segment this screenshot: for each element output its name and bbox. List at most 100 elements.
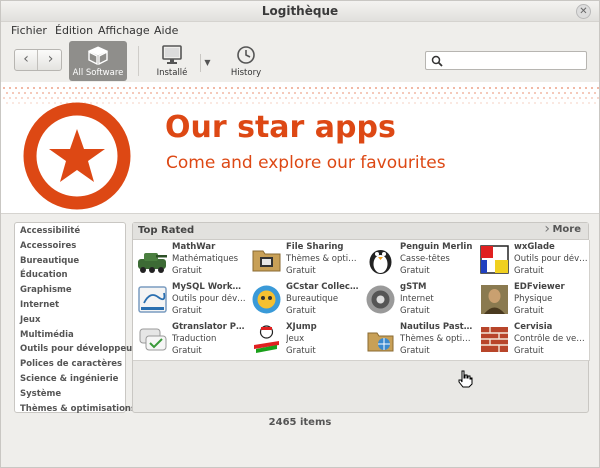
back-button[interactable]: ‹ [15, 50, 38, 70]
banner-dot [171, 97, 173, 99]
banner-dot [420, 102, 422, 104]
app-name: Gtranslator PO … [172, 322, 246, 332]
category-item-polices[interactable]: Polices de caractères [15, 357, 125, 372]
app-category: Internet [400, 294, 434, 304]
menu-aide[interactable]: Aide [154, 24, 178, 37]
app-tile-gcstar[interactable]: GCstar Collecti… Bureautique Gratuit [247, 280, 362, 321]
banner-dot [63, 87, 65, 89]
banner-dot [402, 92, 404, 94]
app-category: Casse-têtes [400, 254, 450, 264]
category-item-systeme[interactable]: Système [15, 387, 125, 402]
category-item-graphisme[interactable]: Graphisme [15, 283, 125, 298]
menu-affichage[interactable]: Affichage [98, 24, 150, 37]
app-tile-mathwar[interactable]: MathWar Mathématiques Gratuit [133, 240, 248, 281]
close-button[interactable]: ✕ [576, 4, 591, 19]
banner-dot [510, 92, 512, 94]
banner-dot [399, 87, 401, 89]
banner-dot [45, 97, 47, 99]
banner-dot [396, 102, 398, 104]
category-item-internet[interactable]: Internet [15, 298, 125, 313]
banner-dot [132, 92, 134, 94]
banner-dot [249, 87, 251, 89]
menu-edition[interactable]: Édition [55, 24, 93, 37]
banner-dot [123, 97, 125, 99]
navigation-group: ‹ › [14, 49, 62, 71]
banner-dot [252, 92, 254, 94]
banner-dot [447, 97, 449, 99]
app-tile-file-sharing[interactable]: File Sharing Thèmes & optimis… Gratuit [247, 240, 362, 281]
installed-dropdown-button[interactable]: ▼ [200, 54, 214, 72]
banner-dot [357, 97, 359, 99]
banner-dot [27, 97, 29, 99]
banner-dot [441, 87, 443, 89]
app-tile-mysql-workbench[interactable]: MySQL Workben… Outils pour dével… Gratui… [133, 280, 248, 321]
banner-dot [246, 102, 248, 104]
banner-dot [312, 92, 314, 94]
banner-dot [510, 102, 512, 104]
app-tile-cervisia[interactable]: Cervisia Contrôle de version Gratuit [475, 320, 590, 361]
banner-dot [588, 92, 590, 94]
app-tile-gstm[interactable]: gSTM Internet Gratuit [361, 280, 476, 321]
app-tile-xjump[interactable]: XJump Jeux Gratuit [247, 320, 362, 361]
banner-dot [159, 97, 161, 99]
forward-button[interactable]: › [39, 50, 62, 70]
banner-dot [288, 92, 290, 94]
banner-dot [306, 92, 308, 94]
app-name: Cervisia [514, 322, 553, 332]
category-item-bureautique[interactable]: Bureautique [15, 254, 125, 269]
category-item-education[interactable]: Éducation [15, 268, 125, 283]
banner-dot [594, 92, 596, 94]
banner-dot [393, 87, 395, 89]
banner-dot [579, 97, 581, 99]
banner-dot [294, 102, 296, 104]
banner-dot [579, 87, 581, 89]
search-input[interactable] [425, 51, 587, 70]
banner-dot [78, 92, 80, 94]
more-button[interactable]: More [552, 224, 581, 235]
banner-dot [543, 97, 545, 99]
banner-dot [552, 92, 554, 94]
category-item-jeux[interactable]: Jeux [15, 313, 125, 328]
banner-dot [171, 87, 173, 89]
banner-dot [225, 87, 227, 89]
category-item-themes[interactable]: Thèmes & optimisations [15, 402, 136, 417]
history-button[interactable]: History [223, 41, 269, 81]
app-tile-penguin-merlin[interactable]: Penguin Merlin Casse-têtes Gratuit [361, 240, 476, 281]
banner-dot [153, 97, 155, 99]
banner-dot [156, 92, 158, 94]
banner-dot [21, 87, 23, 89]
all-software-button[interactable]: All Software [69, 41, 127, 81]
featured-banner[interactable]: Our star apps Come and explore our favou… [1, 82, 599, 214]
banner-dot [219, 97, 221, 99]
category-item-outils-developpeurs[interactable]: Outils pour développeurs [15, 342, 141, 357]
app-category: Physique [514, 294, 553, 304]
app-tile-wxglade[interactable]: wxGlade Outils pour dével… Gratuit [475, 240, 590, 281]
banner-dot [405, 97, 407, 99]
banner-dot [165, 87, 167, 89]
banner-dot [255, 97, 257, 99]
banner-dot [378, 102, 380, 104]
app-category: Mathématiques [172, 254, 239, 264]
banner-dot [525, 87, 527, 89]
installed-button[interactable]: Installé [149, 41, 195, 81]
banner-dot [471, 87, 473, 89]
banner-dot [555, 87, 557, 89]
menu-fichier[interactable]: Fichier [11, 24, 47, 37]
app-tile-edfviewer[interactable]: EDFviewer Physique Gratuit [475, 280, 590, 321]
banner-dot [309, 87, 311, 89]
app-category: Thèmes & optimis… [286, 254, 360, 264]
category-item-science[interactable]: Science & ingénierie [15, 372, 125, 387]
banner-dot [546, 102, 548, 104]
app-tile-nautilus-pastebin[interactable]: Nautilus Pasteb… Thèmes & optimi… Gratui… [361, 320, 476, 361]
category-item-accessibilite[interactable]: Accessibilité [15, 224, 125, 239]
banner-dot [225, 97, 227, 99]
banner-dot [504, 102, 506, 104]
banner-dot [561, 97, 563, 99]
app-tile-gtranslator[interactable]: Gtranslator PO … Traduction Gratuit [133, 320, 248, 361]
banner-dot [522, 102, 524, 104]
menu-bar: Fichier Édition Affichage Aide [1, 22, 599, 40]
banner-dot [243, 97, 245, 99]
top-rated-panel: Top Rated › More MathWar Mathématiques G… [132, 221, 590, 413]
category-item-multimedia[interactable]: Multimédia [15, 328, 125, 343]
category-item-accessoires[interactable]: Accessoires [15, 239, 125, 254]
